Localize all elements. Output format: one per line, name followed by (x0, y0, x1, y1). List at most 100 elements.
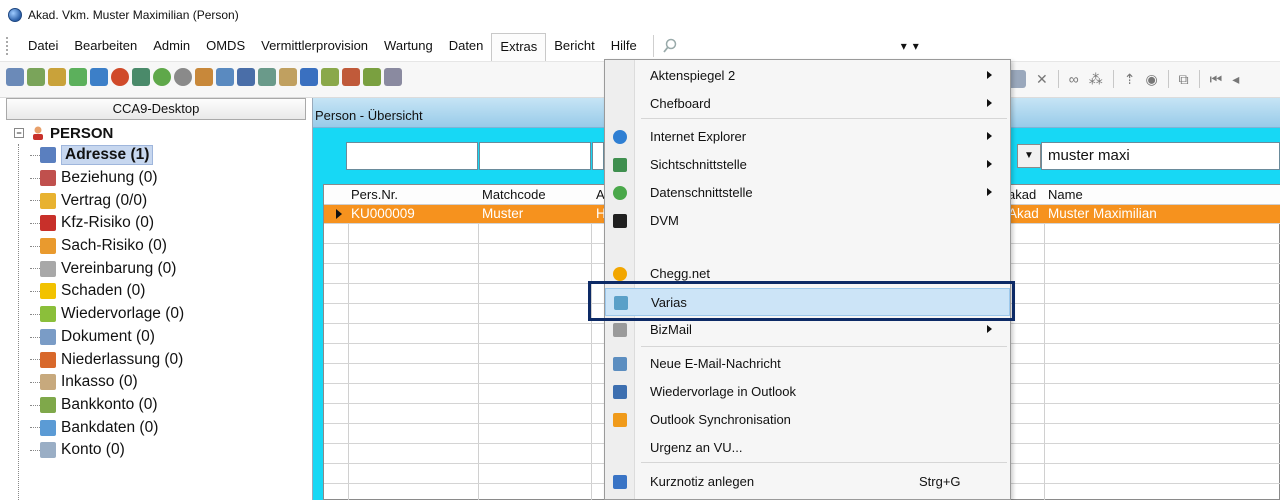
people-icon (40, 170, 56, 187)
info-icon[interactable] (174, 68, 192, 86)
tree-root[interactable]: − PERSON (14, 122, 312, 144)
menu-item[interactable]: Chefboard (605, 90, 1010, 118)
menu-search[interactable] (652, 34, 793, 57)
tree-item-label: Vereinbarung (0) (61, 259, 177, 277)
menu-item[interactable]: Wiedervorlage in Outlook (605, 378, 1010, 406)
menu-item[interactable]: Outlook Synchronisation (605, 406, 1010, 434)
cell-name: Muster Maximilian (1048, 206, 1157, 221)
tree-item[interactable]: Adresse (1) (14, 144, 312, 167)
folder-icon[interactable] (300, 68, 318, 86)
document-icon (40, 328, 56, 345)
menu-item-label: Internet Explorer (650, 129, 747, 144)
new-email-icon (613, 357, 627, 371)
menu-item[interactable]: Neue E-Mail-Nachricht (605, 350, 1010, 378)
menu-item[interactable]: Aktenspiegel 2 (605, 62, 1010, 90)
menu-omds[interactable]: OMDS (198, 33, 253, 59)
print-icon[interactable] (6, 68, 24, 86)
filter-dropdown-button[interactable]: ▼ (1017, 144, 1041, 168)
refresh-icon[interactable]: ◉ (1145, 71, 1157, 88)
collapse-icon[interactable]: − (14, 128, 24, 138)
tools-icon[interactable] (48, 68, 66, 86)
menu-daten[interactable]: Daten (441, 33, 492, 59)
menu-item-label: DVM (650, 213, 679, 228)
first-record-icon[interactable]: ⏮ (1210, 71, 1223, 88)
filter-input-3[interactable] (592, 142, 604, 170)
submenu-arrow-icon (987, 160, 992, 168)
up-icon[interactable]: ⇡ (1124, 71, 1136, 88)
column-pers-nr[interactable]: Pers.Nr. (351, 187, 398, 202)
tree-item[interactable]: Wiedervorlage (0) (14, 303, 312, 326)
toolbar-overflow-icon[interactable]: ▾▾ (901, 39, 925, 53)
submenu-arrow-icon (987, 99, 992, 107)
menu-vermittlerprovision[interactable]: Vermittlerprovision (253, 33, 376, 59)
menu-item[interactable]: Datenschnittstelle (605, 179, 1010, 207)
column-matchcode[interactable]: Matchcode (482, 187, 546, 202)
menu-separator (641, 346, 1007, 347)
person-icon (33, 126, 43, 140)
menu-item-label: Outlook Synchronisation (650, 412, 791, 427)
tree-item[interactable]: Beziehung (0) (14, 167, 312, 190)
menu-bericht[interactable]: Bericht (546, 33, 602, 59)
tree-item[interactable]: Kfz-Risiko (0) (14, 212, 312, 235)
tree-item[interactable]: Dokument (0) (14, 326, 312, 349)
table-icon[interactable] (384, 68, 402, 86)
menu-item-label: Urgenz an VU... (650, 440, 743, 455)
group-icon[interactable] (342, 68, 360, 86)
tree-item[interactable]: Vertrag (0/0) (14, 189, 312, 212)
data-interface-icon (613, 186, 627, 200)
delete-icon[interactable]: ✕ (1036, 71, 1048, 88)
tree-item-label: Schaden (0) (61, 282, 146, 300)
tree-item[interactable]: Sach-Risiko (0) (14, 235, 312, 258)
filter-input-1[interactable] (346, 142, 478, 170)
link-icon[interactable]: ∞ (1069, 71, 1079, 87)
tree-icon[interactable] (363, 68, 381, 86)
previous-record-icon[interactable]: ◂ (1232, 71, 1239, 88)
menu-item[interactable]: Internet Explorer (605, 123, 1010, 151)
menu-datei[interactable]: Datei (20, 33, 66, 59)
mail-icon[interactable] (216, 68, 234, 86)
tree-item-label: Vertrag (0/0) (61, 191, 148, 209)
collection-icon (40, 374, 56, 391)
globe-icon[interactable] (90, 68, 108, 86)
tree-item[interactable]: Bankdaten (0) (14, 416, 312, 439)
tree-item[interactable]: Niederlassung (0) (14, 348, 312, 371)
menu-hilfe[interactable]: Hilfe (603, 33, 645, 59)
menu-item[interactable]: Urgenz an VU... (605, 434, 1010, 462)
palette-icon[interactable] (321, 68, 339, 86)
menu-item-label: Datenschnittstelle (650, 185, 753, 200)
menu-extras[interactable]: Extras (491, 32, 547, 61)
menubar-grip[interactable] (6, 36, 10, 55)
tree-item[interactable]: Konto (0) (14, 439, 312, 462)
tree-item[interactable]: Schaden (0) (14, 280, 312, 303)
copy-icon[interactable]: ⧉ (1179, 71, 1189, 88)
search-person-icon[interactable] (69, 68, 87, 86)
number-icon[interactable] (111, 68, 129, 86)
users-icon[interactable] (132, 68, 150, 86)
menu-item[interactable]: Kurznotiz anlegen Strg+G (605, 468, 1010, 496)
calendar-icon[interactable] (237, 68, 255, 86)
preview-icon[interactable] (27, 68, 45, 86)
book-icon[interactable] (279, 68, 297, 86)
menu-item[interactable]: DVM (605, 207, 1010, 235)
filter-input-2[interactable] (479, 142, 591, 170)
menu-wartung[interactable]: Wartung (376, 33, 441, 59)
tree-item[interactable]: Inkasso (0) (14, 371, 312, 394)
column-akad[interactable]: akad (1008, 187, 1036, 202)
panel-header: CCA9-Desktop (6, 98, 306, 120)
outlook-sync-icon (613, 413, 627, 427)
magnifier-icon[interactable] (258, 68, 276, 86)
sync-icon[interactable] (153, 68, 171, 86)
menu-admin[interactable]: Admin (145, 33, 198, 59)
tree-item-label: Dokument (0) (61, 327, 155, 345)
column-name[interactable]: Name (1048, 187, 1083, 202)
handshake-icon[interactable] (195, 68, 213, 86)
filter-icon[interactable]: ⁂ (1089, 71, 1103, 88)
name-filter-input[interactable]: muster maxi (1041, 142, 1280, 170)
title-bar: Akad. Vkm. Muster Maximilian (Person) (0, 0, 1280, 30)
menu-bearbeiten[interactable]: Bearbeiten (66, 33, 145, 59)
tree-item[interactable]: Vereinbarung (0) (14, 257, 312, 280)
menu-item[interactable]: Sichtschnittstelle (605, 151, 1010, 179)
tree-item-label: Beziehung (0) (61, 169, 158, 187)
tree-item[interactable]: Bankkonto (0) (14, 394, 312, 417)
internet-explorer-icon (613, 130, 627, 144)
